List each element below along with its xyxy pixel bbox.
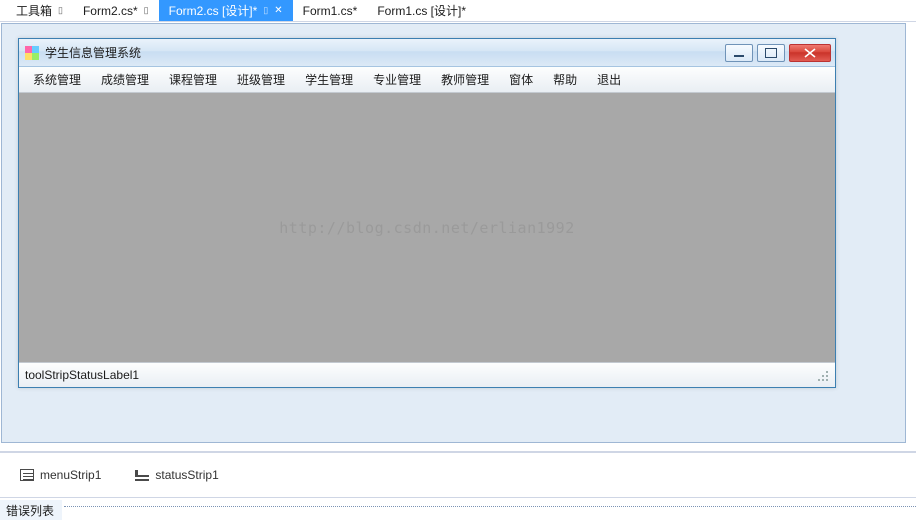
winform-window[interactable]: 学生信息管理系统 系统管理 成绩管理 课程管理 班级管理 学生管理 专业管理 教…	[18, 38, 836, 388]
maximize-button[interactable]	[757, 44, 785, 62]
window-controls	[725, 44, 831, 62]
menustrip-icon	[20, 469, 34, 481]
pin-icon: ▯	[263, 5, 268, 16]
tray-label: menuStrip1	[40, 468, 101, 482]
ide-tab-form1-design[interactable]: Form1.cs [设计]*	[367, 0, 476, 21]
close-icon[interactable]: ✕	[274, 5, 282, 16]
ide-tab-label: Form1.cs [设计]*	[377, 2, 466, 19]
ide-tab-toolbox[interactable]: 工具箱 ▯	[6, 0, 73, 21]
menu-class[interactable]: 班级管理	[227, 67, 295, 92]
winform-statusstrip[interactable]: toolStripStatusLabel1	[19, 363, 835, 387]
menu-system[interactable]: 系统管理	[23, 67, 91, 92]
menu-score[interactable]: 成绩管理	[91, 67, 159, 92]
status-label: toolStripStatusLabel1	[25, 368, 139, 382]
winform-menustrip[interactable]: 系统管理 成绩管理 课程管理 班级管理 学生管理 专业管理 教师管理 窗体 帮助…	[19, 67, 835, 93]
ide-tab-label: 工具箱	[16, 2, 52, 19]
watermark-text: http://blog.csdn.net/erlian1992	[19, 219, 835, 237]
menu-course[interactable]: 课程管理	[159, 67, 227, 92]
menu-student[interactable]: 学生管理	[295, 67, 363, 92]
tray-item-menustrip[interactable]: menuStrip1	[20, 468, 101, 482]
statusstrip-icon	[135, 469, 149, 481]
winform-titlebar[interactable]: 学生信息管理系统	[19, 39, 835, 67]
bottom-panel-tabs: 错误列表	[0, 500, 916, 520]
ide-tab-label: Form2.cs*	[83, 4, 138, 18]
menu-help[interactable]: 帮助	[543, 67, 587, 92]
minimize-button[interactable]	[725, 44, 753, 62]
ide-tab-form2-design[interactable]: Form2.cs [设计]* ▯ ✕	[159, 0, 293, 21]
ide-tab-strip: 工具箱 ▯ Form2.cs* ▯ Form2.cs [设计]* ▯ ✕ For…	[0, 0, 916, 22]
resize-grip-icon[interactable]	[815, 368, 829, 382]
ide-tab-form2-cs[interactable]: Form2.cs* ▯	[73, 0, 159, 21]
menu-windows[interactable]: 窗体	[499, 67, 543, 92]
winform-title: 学生信息管理系统	[45, 44, 141, 61]
winform-client-area[interactable]: http://blog.csdn.net/erlian1992	[19, 93, 835, 363]
ide-tab-label: Form1.cs*	[303, 4, 358, 18]
tray-label: statusStrip1	[155, 468, 218, 482]
tab-label: 错误列表	[6, 504, 54, 518]
error-list-tab[interactable]: 错误列表	[0, 500, 62, 520]
app-icon	[25, 46, 39, 60]
ide-tab-form1-cs[interactable]: Form1.cs*	[293, 0, 368, 21]
panel-divider	[64, 506, 916, 520]
menu-teacher[interactable]: 教师管理	[431, 67, 499, 92]
component-tray: menuStrip1 statusStrip1	[0, 452, 916, 498]
menu-exit[interactable]: 退出	[587, 67, 631, 92]
ide-tab-label: Form2.cs [设计]*	[169, 2, 258, 19]
menu-major[interactable]: 专业管理	[363, 67, 431, 92]
designer-surface: 学生信息管理系统 系统管理 成绩管理 课程管理 班级管理 学生管理 专业管理 教…	[0, 22, 916, 452]
pin-icon: ▯	[58, 5, 63, 16]
pin-icon: ▯	[144, 5, 149, 16]
close-button[interactable]	[789, 44, 831, 62]
tray-item-statusstrip[interactable]: statusStrip1	[135, 468, 218, 482]
designer-canvas[interactable]: 学生信息管理系统 系统管理 成绩管理 课程管理 班级管理 学生管理 专业管理 教…	[1, 23, 906, 443]
